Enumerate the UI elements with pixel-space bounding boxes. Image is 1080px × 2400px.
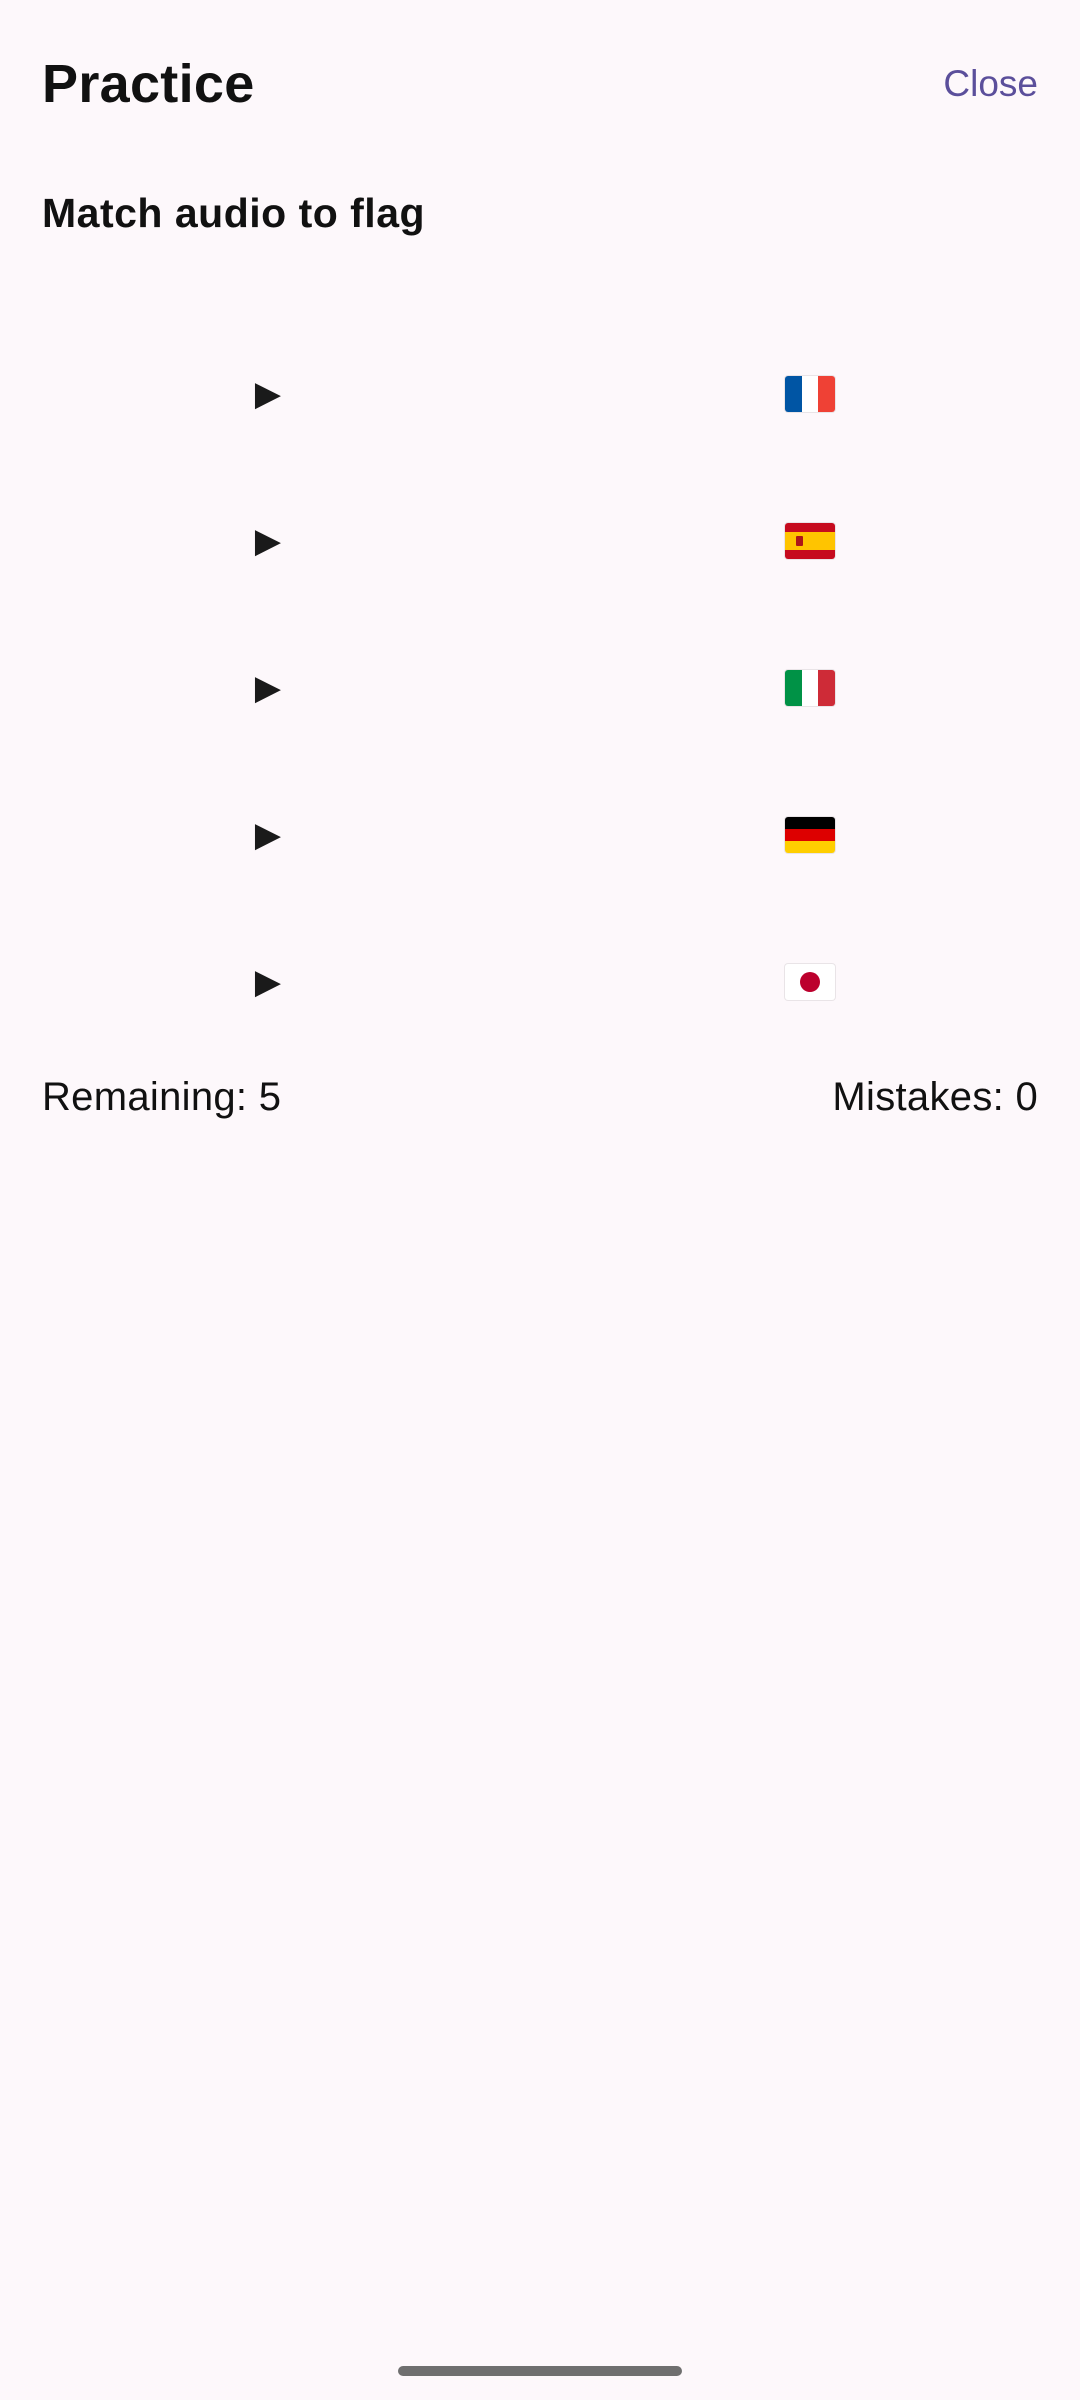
matching-grid: ▶ ▶ ▶ ▶ ▶ (0, 320, 1080, 1055)
play-icon: ▶ (254, 814, 282, 855)
japan-flag-icon (785, 963, 835, 1000)
play-audio-button-2[interactable]: ▶ (0, 481, 540, 601)
france-flag-icon (785, 375, 835, 412)
play-icon: ▶ (254, 667, 282, 708)
remaining-counter: Remaining: 5 (42, 1075, 282, 1119)
flag-option-france[interactable] (540, 334, 1080, 454)
play-audio-button-5[interactable]: ▶ (0, 922, 540, 1042)
match-row: ▶ (0, 467, 1080, 614)
match-row: ▶ (0, 614, 1080, 761)
play-icon: ▶ (254, 520, 282, 561)
progress-counters: Remaining: 5 Mistakes: 0 (42, 1075, 1038, 1120)
exercise-instruction: Match audio to flag (42, 190, 426, 236)
mistakes-counter: Mistakes: 0 (832, 1075, 1038, 1119)
match-row: ▶ (0, 761, 1080, 908)
flag-option-japan[interactable] (540, 922, 1080, 1042)
flag-option-spain[interactable] (540, 481, 1080, 601)
play-audio-button-3[interactable]: ▶ (0, 628, 540, 748)
germany-flag-icon (785, 816, 835, 853)
play-icon: ▶ (254, 373, 282, 414)
top-app-bar: Practice Close (42, 44, 1038, 124)
play-audio-button-4[interactable]: ▶ (0, 775, 540, 895)
flag-option-germany[interactable] (540, 775, 1080, 895)
home-indicator[interactable] (398, 2366, 682, 2376)
flag-option-italy[interactable] (540, 628, 1080, 748)
close-button[interactable]: Close (925, 53, 1056, 115)
match-row: ▶ (0, 320, 1080, 467)
page-title: Practice (42, 54, 255, 114)
status-bar (0, 0, 1080, 44)
spain-flag-icon (785, 522, 835, 559)
play-icon: ▶ (254, 961, 282, 1002)
italy-flag-icon (785, 669, 835, 706)
play-audio-button-1[interactable]: ▶ (0, 334, 540, 454)
match-row: ▶ (0, 908, 1080, 1055)
